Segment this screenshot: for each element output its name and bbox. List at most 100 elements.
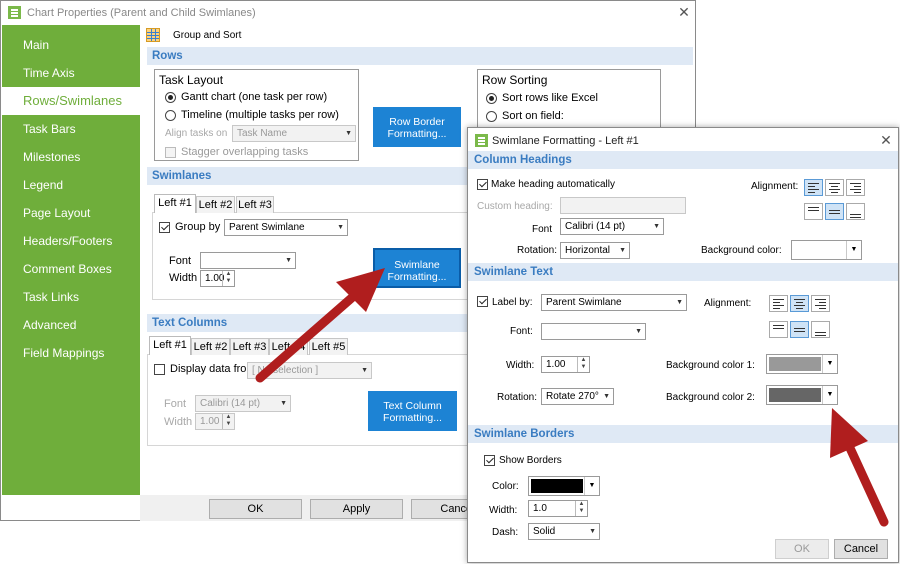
sort-excel-radio[interactable] bbox=[486, 93, 497, 104]
stagger-label[interactable]: Stagger overlapping tasks bbox=[181, 146, 308, 158]
spin-arrows-icon[interactable]: ▲ ▼ bbox=[222, 271, 234, 286]
border-dash-select[interactable]: Solid ▼ bbox=[528, 523, 600, 540]
stagger-checkbox[interactable] bbox=[165, 147, 176, 158]
swimlane-font-select[interactable]: ▼ bbox=[200, 252, 296, 269]
border-color-label: Color: bbox=[492, 481, 519, 492]
sidebar-item-advanced[interactable]: Advanced bbox=[2, 311, 140, 339]
group-sort-icon[interactable] bbox=[146, 28, 160, 42]
heading-font-select[interactable]: Calibri (14 pt) ▼ bbox=[560, 218, 664, 235]
bg-color-2-picker[interactable]: ▼ bbox=[766, 385, 838, 405]
swimlane-formatting-dialog: Swimlane Formatting - Left #1 ✕ Column H… bbox=[467, 127, 899, 563]
app-icon bbox=[8, 6, 21, 19]
textcol-tab-left4[interactable]: Left #4 bbox=[269, 338, 308, 355]
textcol-width-label: Width bbox=[164, 416, 193, 428]
display-data-select[interactable]: [ No selection ] ▼ bbox=[247, 362, 372, 379]
dialog-cancel-button[interactable]: Cancel bbox=[834, 539, 888, 559]
sort-excel-label[interactable]: Sort rows like Excel bbox=[502, 92, 598, 104]
textcol-tab-left2[interactable]: Left #2 bbox=[191, 338, 230, 355]
row-border-formatting-button[interactable]: Row Border Formatting... bbox=[373, 107, 461, 147]
valign-top-icon[interactable] bbox=[769, 321, 788, 338]
row-sorting-group: Row Sorting Sort rows like Excel Sort on… bbox=[477, 69, 661, 129]
window-title: Chart Properties (Parent and Child Swiml… bbox=[27, 7, 256, 19]
valign-top-icon[interactable] bbox=[804, 203, 823, 220]
spin-arrows-icon[interactable]: ▲ ▼ bbox=[575, 501, 587, 516]
align-right-icon[interactable] bbox=[811, 295, 830, 312]
close-icon[interactable]: ✕ bbox=[677, 5, 691, 19]
chevron-down-icon: ▼ bbox=[589, 528, 596, 535]
label-by-label[interactable]: Label by: bbox=[492, 297, 533, 308]
align-center-icon[interactable] bbox=[790, 295, 809, 312]
label-by-select[interactable]: Parent Swimlane ▼ bbox=[541, 294, 687, 311]
display-data-label[interactable]: Display data from bbox=[170, 363, 256, 375]
valign-bottom-icon[interactable] bbox=[811, 321, 830, 338]
swimlane-formatting-button[interactable]: Swimlane Formatting... bbox=[373, 248, 461, 288]
swimlane-tab-left2[interactable]: Left #2 bbox=[196, 196, 235, 213]
text-rotation-select[interactable]: Rotate 270° ▼ bbox=[541, 388, 614, 405]
swimlane-width-stepper[interactable]: 1.00 ▲ ▼ bbox=[200, 270, 235, 287]
sort-field-radio[interactable] bbox=[486, 111, 497, 122]
sidebar-item-page-layout[interactable]: Page Layout bbox=[2, 199, 140, 227]
dialog-ok-button[interactable]: OK bbox=[775, 539, 829, 559]
swimlane-tab-left1[interactable]: Left #1 bbox=[154, 194, 196, 213]
spin-arrows-icon[interactable]: ▲ ▼ bbox=[222, 414, 234, 429]
spin-arrows-icon[interactable]: ▲ ▼ bbox=[577, 357, 589, 372]
swimlane-tab-left3[interactable]: Left #3 bbox=[236, 196, 274, 213]
align-tasks-select[interactable]: Task Name ▼ bbox=[232, 125, 356, 142]
group-by-checkbox[interactable] bbox=[159, 222, 170, 233]
align-left-icon[interactable] bbox=[769, 295, 788, 312]
timeline-label[interactable]: Timeline (multiple tasks per row) bbox=[181, 109, 339, 121]
textcol-tab-left3[interactable]: Left #3 bbox=[230, 338, 269, 355]
timeline-radio[interactable] bbox=[165, 110, 176, 121]
custom-heading-input[interactable] bbox=[560, 197, 686, 214]
align-left-icon[interactable] bbox=[804, 179, 823, 196]
sidebar-item-task-links[interactable]: Task Links bbox=[2, 283, 140, 311]
text-column-formatting-button[interactable]: Text Column Formatting... bbox=[368, 391, 457, 431]
chevron-down-icon: ▼ bbox=[603, 393, 610, 400]
swimlane-text-header: Swimlane Text bbox=[468, 263, 898, 281]
sidebar-item-field-mappings[interactable]: Field Mappings bbox=[2, 339, 140, 367]
ok-button[interactable]: OK bbox=[209, 499, 302, 519]
display-data-checkbox[interactable] bbox=[154, 364, 165, 375]
rows-section-header: Rows bbox=[147, 47, 693, 65]
sort-field-label[interactable]: Sort on field: bbox=[502, 110, 564, 122]
heading-rotation-select[interactable]: Horizontal ▼ bbox=[560, 242, 630, 259]
align-right-icon[interactable] bbox=[846, 179, 865, 196]
align-center-icon[interactable] bbox=[825, 179, 844, 196]
border-color-picker[interactable]: ▼ bbox=[528, 476, 600, 496]
label-by-checkbox[interactable] bbox=[477, 296, 488, 307]
text-font-select[interactable]: ▼ bbox=[541, 323, 646, 340]
sidebar-item-rows-swimlanes[interactable]: Rows/Swimlanes bbox=[2, 87, 140, 115]
sidebar-item-time-axis[interactable]: Time Axis bbox=[2, 59, 140, 87]
chevron-down-icon: ▼ bbox=[822, 386, 837, 404]
text-width-stepper[interactable]: 1.00 ▲ ▼ bbox=[541, 356, 590, 373]
border-width-stepper[interactable]: 1.0 ▲ ▼ bbox=[528, 500, 588, 517]
valign-middle-icon[interactable] bbox=[825, 203, 844, 220]
gantt-label[interactable]: Gantt chart (one task per row) bbox=[181, 91, 327, 103]
textcol-tab-left5[interactable]: Left #5 bbox=[309, 338, 348, 355]
sidebar-item-task-bars[interactable]: Task Bars bbox=[2, 115, 140, 143]
sidebar-item-legend[interactable]: Legend bbox=[2, 171, 140, 199]
group-by-select[interactable]: Parent Swimlane ▼ bbox=[224, 219, 348, 236]
swimlane-font-label: Font bbox=[169, 255, 192, 267]
sidebar-item-main[interactable]: Main bbox=[2, 31, 140, 59]
textcol-font-select[interactable]: Calibri (14 pt) ▼ bbox=[195, 395, 291, 412]
valign-bottom-icon[interactable] bbox=[846, 203, 865, 220]
sidebar-item-comment-boxes[interactable]: Comment Boxes bbox=[2, 255, 140, 283]
swimlane-width-label: Width bbox=[169, 272, 198, 284]
show-borders-label[interactable]: Show Borders bbox=[499, 455, 562, 466]
apply-button[interactable]: Apply bbox=[310, 499, 403, 519]
close-icon[interactable]: ✕ bbox=[879, 133, 893, 147]
bg-color-1-picker[interactable]: ▼ bbox=[766, 354, 838, 374]
gantt-radio[interactable] bbox=[165, 92, 176, 103]
show-borders-checkbox[interactable] bbox=[484, 455, 495, 466]
textcol-tab-left1[interactable]: Left #1 bbox=[149, 336, 191, 355]
make-heading-checkbox[interactable] bbox=[477, 179, 488, 190]
group-by-label[interactable]: Group by bbox=[175, 221, 220, 233]
make-heading-label[interactable]: Make heading automatically bbox=[491, 179, 615, 190]
group-sort-label[interactable]: Group and Sort bbox=[173, 30, 241, 41]
heading-bg-color-picker[interactable]: ▼ bbox=[791, 240, 862, 260]
sidebar-item-milestones[interactable]: Milestones bbox=[2, 143, 140, 171]
textcol-width-stepper[interactable]: 1.00 ▲ ▼ bbox=[195, 413, 235, 430]
valign-middle-icon[interactable] bbox=[790, 321, 809, 338]
sidebar-item-headers-footers[interactable]: Headers/Footers bbox=[2, 227, 140, 255]
